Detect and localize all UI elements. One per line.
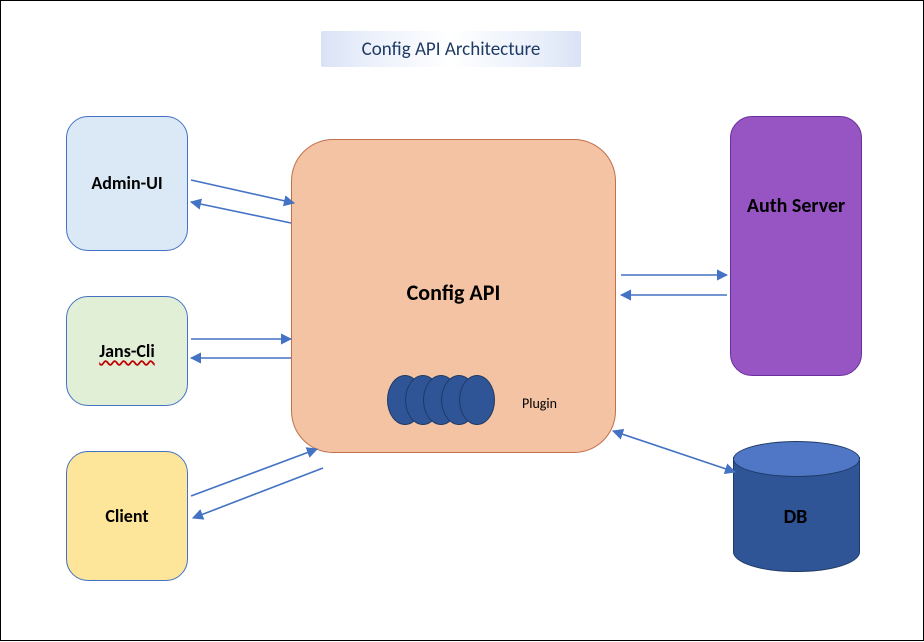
node-client: Client: [66, 451, 188, 581]
node-client-label: Client: [105, 506, 148, 527]
diagram-title: Config API Architecture: [362, 38, 541, 61]
node-config-api-label: Config API: [292, 280, 615, 305]
node-db: DB: [733, 441, 858, 571]
node-config-api: Config API Plugin: [291, 139, 616, 453]
node-admin-ui: Admin-UI: [66, 116, 188, 251]
diagram-title-banner: Config API Architecture: [321, 31, 581, 67]
diagram-canvas: Config API Architecture Admin-UI Jans-Cl…: [0, 0, 924, 641]
arrow-admin-ui-to-config-api: [191, 180, 294, 203]
node-jans-cli: Jans-Cli: [66, 296, 188, 406]
arrow-config-api-to-db: [613, 431, 735, 472]
node-jans-cli-label: Jans-Cli: [99, 341, 155, 362]
node-db-label: DB: [733, 505, 858, 529]
db-top-icon: [733, 441, 860, 477]
arrow-client-to-config-api: [191, 449, 317, 496]
plugin-cluster-icon: [387, 372, 527, 427]
arrow-config-api-to-admin-ui: [191, 202, 291, 223]
plugin-label: Plugin: [522, 396, 557, 412]
plugin-icon: [459, 375, 495, 425]
node-admin-ui-label: Admin-UI: [91, 173, 162, 194]
node-auth-server-label: Auth Server: [747, 195, 845, 218]
arrow-config-api-to-client: [193, 468, 323, 518]
node-auth-server: Auth Server: [730, 116, 862, 376]
